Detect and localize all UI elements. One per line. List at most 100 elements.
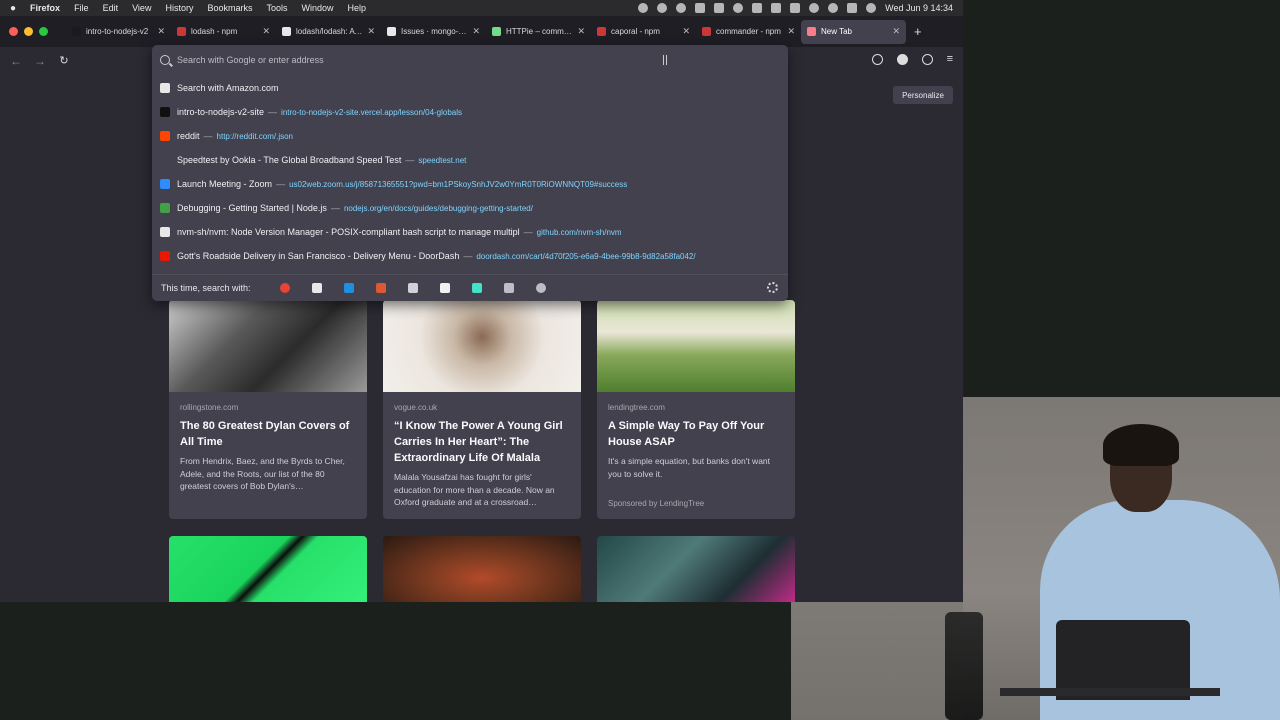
close-window-button[interactable] [9,27,18,36]
story-description: It's a simple equation, but banks don't … [608,456,771,479]
close-tab-icon[interactable]: ✕ [262,26,270,37]
history-button[interactable] [525,277,557,299]
close-tab-icon[interactable]: ✕ [472,26,480,37]
menu-view[interactable]: View [132,3,151,13]
menu-bookmarks[interactable]: Bookmarks [207,3,252,13]
siri-icon[interactable] [866,3,877,13]
address-input[interactable] [177,54,657,65]
spotlight-search-icon[interactable] [828,3,839,13]
bluetooth-icon[interactable] [771,3,782,13]
urlbar-result-row[interactable]: intro-to-nodejs-v2-site — intro-to-nodejs-… [152,100,788,124]
result-url: http://reddit.com/.json [216,131,293,141]
bing-button[interactable] [333,277,365,299]
menu-help[interactable]: Help [348,3,367,13]
tab-title: commander - npm [716,27,781,36]
status-icon[interactable] [638,3,649,13]
tab-title: lodash - npm [191,27,238,36]
browser-tab[interactable]: New Tab ✕ [801,19,906,44]
browser-tab[interactable]: intro-to-nodejs-v2 ✕ [66,20,171,44]
urlbar-result-row[interactable]: Search with Amazon.com [152,76,788,100]
urlbar-dropdown: Search with Amazon.com intro-to-nodejs-v2… [152,45,788,301]
result-url: speedtest.net [418,155,467,165]
menu-history[interactable]: History [165,3,193,13]
duckduckgo-button[interactable] [365,277,397,299]
extension-icon[interactable] [921,53,933,65]
browser-tab[interactable]: lodash - npm ✕ [171,20,276,44]
urlbar-result-row[interactable]: Speedtest by Ookla - The Global Broadban… [152,148,788,172]
browser-tab[interactable]: HTTPie – command ✕ [486,20,591,44]
pocket-icon[interactable] [871,53,883,65]
close-tab-icon[interactable]: ✕ [682,26,690,37]
hamburger-menu-icon[interactable]: ≡ [947,53,953,65]
apple-icon[interactable]: ● [10,3,16,14]
microphone-stand [945,612,983,720]
site-favicon-icon [160,251,170,261]
audio-icon[interactable] [752,3,763,13]
urlbar-input-row [152,45,788,74]
battery-icon[interactable] [790,3,801,13]
account-icon[interactable] [896,53,908,65]
urlbar-result-row[interactable]: reddit — http://reddit.com/.json [152,124,788,148]
menu-tools[interactable]: Tools [266,3,287,13]
ebay-button[interactable] [397,277,429,299]
story-card-image[interactable] [383,536,581,602]
menu-app-name[interactable]: Firefox [30,3,60,13]
tabs-icon [503,283,514,293]
close-tab-icon[interactable]: ✕ [787,26,795,37]
macos-menubar: ● Firefox File Edit View History Bookmar… [0,0,963,16]
close-tab-icon[interactable]: ✕ [157,26,165,37]
urlbar-result-row[interactable]: Debugging - Getting Started | Node.js — no… [152,196,788,220]
tab-favicon-icon [282,27,291,36]
story-card[interactable]: lendingtree.com A Simple Way To Pay Off … [597,300,795,519]
menu-file[interactable]: File [74,3,89,13]
back-arrow-icon[interactable]: ← [4,54,28,68]
control-center-icon[interactable] [847,3,858,13]
browser-tab[interactable]: caporal - npm ✕ [591,20,696,44]
new-tab-plus-icon[interactable]: + [914,24,922,39]
tab-title: caporal - npm [611,27,660,36]
site-favicon-icon [160,155,170,165]
menu-window[interactable]: Window [302,3,334,13]
close-tab-icon[interactable]: ✕ [577,26,585,37]
minimize-window-button[interactable] [24,27,33,36]
urlbar-result-row[interactable]: Launch Meeting - Zoom — us02web.zoom.us/j/… [152,172,788,196]
gear-icon[interactable] [767,282,778,293]
tabs-button[interactable] [493,277,525,299]
tab-favicon-icon [597,27,606,36]
story-source: vogue.co.uk [394,403,438,412]
urlbar-result-row[interactable]: Gott's Roadside Delivery in San Francisc… [152,244,788,268]
menubar-clock[interactable]: Wed Jun 9 14:34 [885,3,953,13]
tab-title: HTTPie – command [506,27,574,36]
personalize-button[interactable]: Personalize [893,86,953,104]
site-favicon-icon [160,203,170,213]
site-favicon-icon [160,107,170,117]
story-card-image[interactable] [169,536,367,602]
menu-edit[interactable]: Edit [103,3,119,13]
bookmarks-star-button[interactable] [461,277,493,299]
result-title: nvm-sh/nvm: Node Version Manager - POSIX… [177,227,520,237]
firefox-window: intro-to-nodejs-v2 ✕ lodash - npm ✕ lodash/l… [0,16,963,602]
zoom-window-button[interactable] [39,27,48,36]
story-card[interactable]: vogue.co.uk “I Know The Power A Young Gi… [383,300,581,519]
google-button[interactable] [269,277,301,299]
reload-icon[interactable]: ↻ [52,54,76,67]
status-icon[interactable] [657,3,668,13]
browser-tab[interactable]: lodash/lodash: A mo ✕ [276,20,381,44]
moon-icon[interactable] [733,3,744,13]
urlbar-result-row[interactable]: nvm-sh/nvm: Node Version Manager - POSIX… [152,220,788,244]
wikipedia-button[interactable] [429,277,461,299]
story-card-image[interactable] [597,536,795,602]
story-headline: The 80 Greatest Dylan Covers of All Time [180,420,350,448]
forward-arrow-icon[interactable]: → [28,54,52,68]
browser-tab[interactable]: commander - npm ✕ [696,20,801,44]
wifi-icon[interactable] [809,3,820,13]
amazon-button[interactable] [301,277,333,299]
story-description: From Hendrix, Baez, and the Byrds to Che… [180,456,345,491]
browser-tab[interactable]: Issues · mongo-exp ✕ [381,20,486,44]
close-tab-icon[interactable]: ✕ [367,26,375,37]
story-card[interactable]: rollingstone.com The 80 Greatest Dylan C… [169,300,367,519]
window-icon[interactable] [714,3,725,13]
cloud-icon[interactable] [676,3,687,13]
close-tab-icon[interactable]: ✕ [892,26,900,37]
grid-icon[interactable] [695,3,706,13]
